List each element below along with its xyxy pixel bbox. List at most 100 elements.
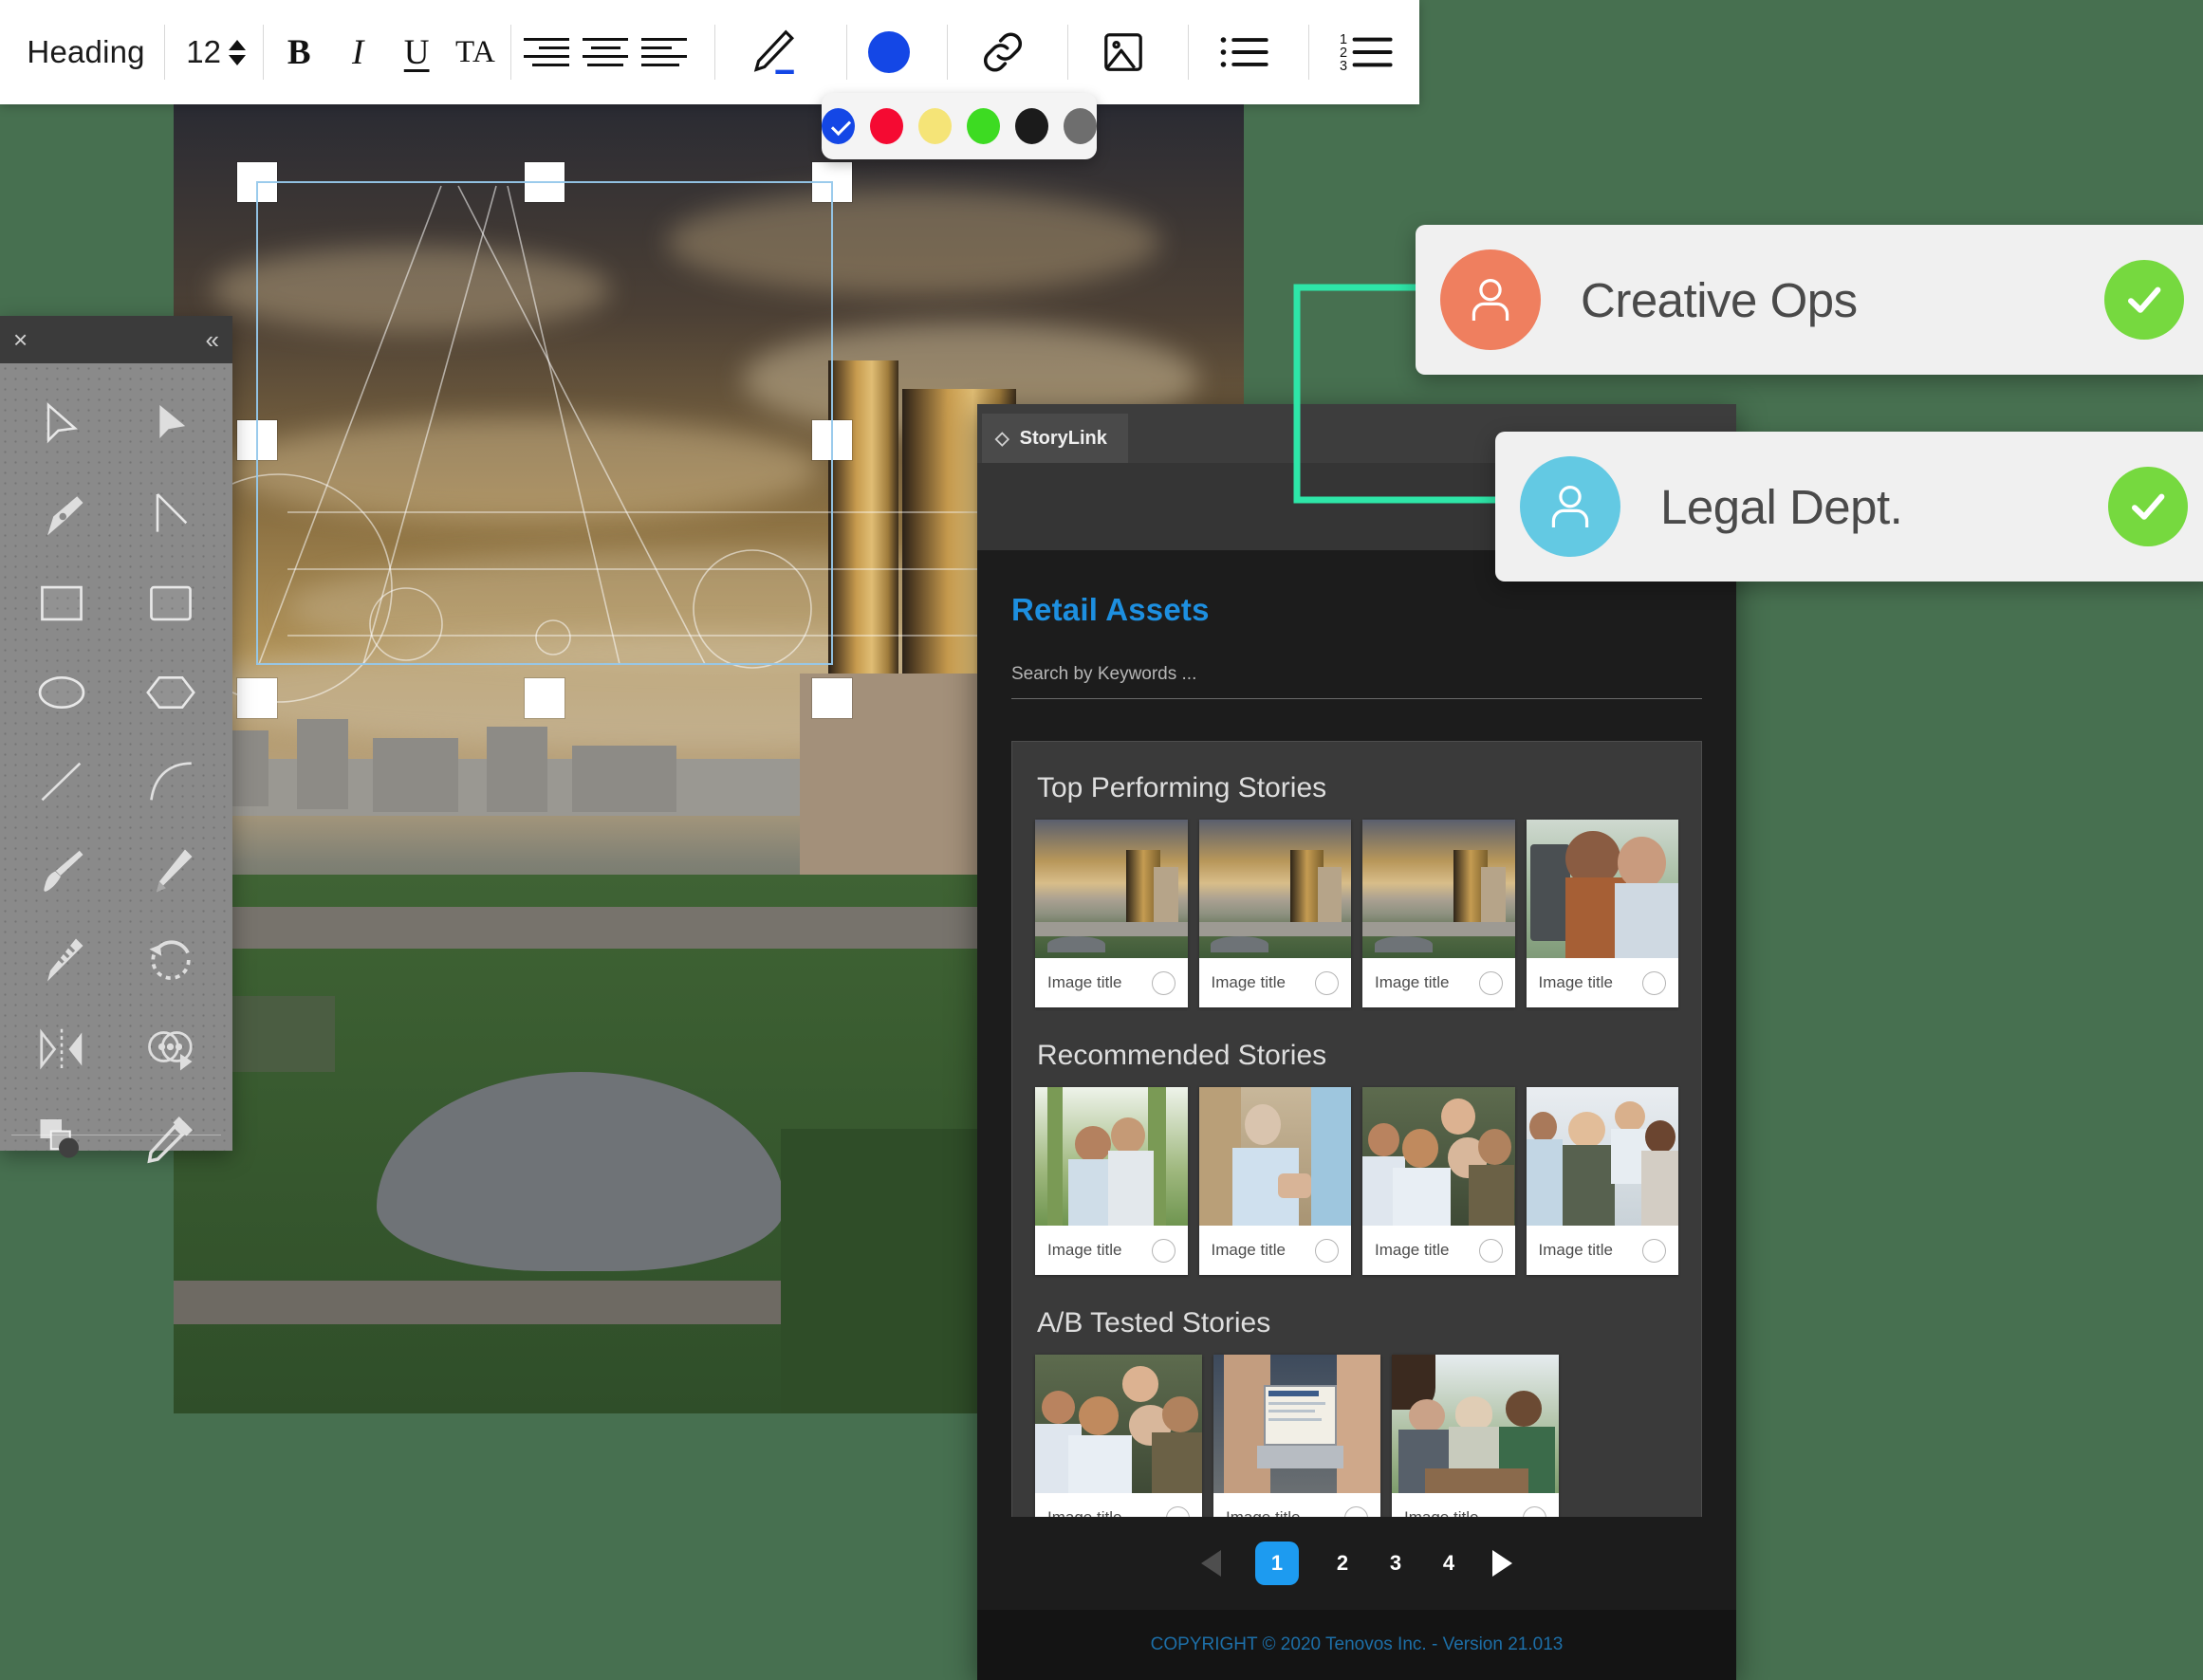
tile-caption: Image title bbox=[1199, 958, 1352, 1007]
pagination-page-2[interactable]: 2 bbox=[1333, 1551, 1352, 1576]
text-case-button[interactable]: TA bbox=[446, 18, 505, 86]
toolbar-divider bbox=[1308, 25, 1309, 80]
tile-select-radio[interactable] bbox=[1523, 1505, 1546, 1517]
pen-nib-tool-icon[interactable] bbox=[8, 477, 117, 551]
text-formatting-toolbar[interactable]: Heading 12 B I U TA 1 2 3 bbox=[0, 0, 1419, 104]
color-swatch-green[interactable] bbox=[967, 108, 1000, 144]
caret-down-icon[interactable] bbox=[229, 54, 247, 65]
toolbar-divider bbox=[263, 25, 265, 80]
font-size-stepper-arrows[interactable] bbox=[229, 39, 247, 65]
rotate-tool-icon[interactable] bbox=[117, 923, 226, 997]
tile-title: Image title bbox=[1047, 1241, 1122, 1259]
story-tile[interactable]: Image title bbox=[1526, 820, 1678, 1007]
search-row[interactable]: Search by Keywords ... bbox=[1011, 664, 1702, 699]
approval-card-legal-dept[interactable]: Legal Dept. bbox=[1495, 432, 2203, 582]
ellipse-tool-icon[interactable] bbox=[8, 655, 117, 729]
tile-select-radio[interactable] bbox=[1315, 1238, 1339, 1263]
pagination-page-4[interactable]: 4 bbox=[1439, 1551, 1458, 1576]
paintbrush-tool-icon[interactable] bbox=[8, 834, 117, 908]
storylink-window[interactable]: ◇ StoryLink Retail Assets Search by Keyw… bbox=[977, 404, 1736, 1680]
toolbar-divider bbox=[846, 25, 848, 80]
cursor-outline-tool-icon[interactable] bbox=[8, 388, 117, 462]
tile-title: Image title bbox=[1211, 1241, 1286, 1259]
search-input[interactable]: Search by Keywords ... bbox=[1011, 664, 1702, 685]
status-badge-approved bbox=[2108, 467, 2188, 546]
approval-card-creative-ops[interactable]: Creative Ops bbox=[1416, 225, 2203, 375]
close-icon[interactable]: × bbox=[13, 327, 28, 352]
color-swatch-black[interactable] bbox=[1015, 108, 1048, 144]
tile-select-radio[interactable] bbox=[1151, 1238, 1176, 1263]
story-tile[interactable]: Image title bbox=[1392, 1355, 1559, 1517]
tile-select-radio[interactable] bbox=[1315, 970, 1339, 995]
sort-chevrons-icon: ◇ bbox=[995, 428, 1009, 449]
story-tile[interactable]: Image title bbox=[1526, 1087, 1678, 1275]
font-size-stepper[interactable]: 12 bbox=[171, 18, 257, 86]
rectangle-tool-icon[interactable] bbox=[8, 566, 117, 640]
text-color-button[interactable] bbox=[853, 18, 924, 86]
shape-builder-tool-icon[interactable] bbox=[117, 1012, 226, 1086]
color-swatch-yellow[interactable] bbox=[918, 108, 952, 144]
tile-title: Image title bbox=[1404, 1508, 1478, 1517]
blend-pencil-tool-icon[interactable] bbox=[8, 923, 117, 997]
cursor-filled-tool-icon[interactable] bbox=[117, 388, 226, 462]
story-tile[interactable]: Image title bbox=[1035, 820, 1188, 1007]
tile-caption: Image title bbox=[1362, 958, 1515, 1007]
color-swatch-icon bbox=[867, 31, 910, 73]
align-right-button[interactable] bbox=[517, 18, 576, 86]
heading-style-select[interactable]: Heading bbox=[0, 18, 158, 86]
avatar-creative-ops bbox=[1440, 249, 1541, 350]
color-swatch-gray[interactable] bbox=[1064, 108, 1097, 144]
tile-select-radio[interactable] bbox=[1478, 1238, 1503, 1263]
color-swatch-blue[interactable] bbox=[822, 108, 855, 144]
align-center-button[interactable] bbox=[576, 18, 635, 86]
bulleted-list-button[interactable] bbox=[1194, 18, 1293, 86]
arc-tool-icon[interactable] bbox=[117, 745, 226, 819]
tile-select-radio[interactable] bbox=[1478, 970, 1503, 995]
story-tile[interactable]: Image title bbox=[1035, 1355, 1202, 1517]
polygon-tool-icon[interactable] bbox=[117, 655, 226, 729]
story-tile[interactable]: Image title bbox=[1362, 1087, 1515, 1275]
status-badge-approved bbox=[2104, 260, 2184, 340]
story-tile[interactable]: Image title bbox=[1035, 1087, 1188, 1275]
tile-select-radio[interactable] bbox=[1166, 1505, 1190, 1517]
story-tile[interactable]: Image title bbox=[1213, 1355, 1380, 1517]
eyedropper-tool-icon[interactable] bbox=[117, 1101, 226, 1175]
thumbnail-city-tower-sunset bbox=[1198, 820, 1351, 958]
collapse-icon[interactable]: « bbox=[206, 327, 219, 352]
tile-select-radio[interactable] bbox=[1151, 970, 1176, 995]
numbered-list-button[interactable]: 1 2 3 bbox=[1315, 18, 1419, 86]
color-swatch-red[interactable] bbox=[870, 108, 903, 144]
italic-button[interactable]: I bbox=[328, 18, 387, 86]
pagination-next-arrow-icon[interactable] bbox=[1492, 1550, 1512, 1577]
pagination-page-3[interactable]: 3 bbox=[1386, 1551, 1405, 1576]
layers-tool-icon[interactable] bbox=[8, 1101, 117, 1175]
story-tile[interactable]: Image title bbox=[1198, 820, 1352, 1007]
pencil-tool-icon[interactable] bbox=[117, 834, 226, 908]
tab-storylink[interactable]: ◇ StoryLink bbox=[982, 414, 1128, 463]
pen-tool-button[interactable] bbox=[721, 18, 825, 86]
tile-row-ab-tested: Image title bbox=[1035, 1355, 1678, 1517]
rounded-rectangle-tool-icon[interactable] bbox=[117, 566, 226, 640]
tile-select-radio[interactable] bbox=[1642, 1238, 1666, 1263]
insert-link-button[interactable] bbox=[953, 18, 1052, 86]
tile-select-radio[interactable] bbox=[1642, 970, 1666, 995]
mirror-tool-icon[interactable] bbox=[8, 1012, 117, 1086]
bold-button[interactable]: B bbox=[269, 18, 328, 86]
tile-title: Image title bbox=[1047, 1508, 1121, 1517]
pagination-prev-arrow-icon[interactable] bbox=[1201, 1550, 1221, 1577]
line-tool-icon[interactable] bbox=[8, 745, 117, 819]
storylink-body: Retail Assets Search by Keywords ... Top… bbox=[977, 550, 1736, 1517]
underline-button[interactable]: U bbox=[387, 18, 446, 86]
toolbar-divider bbox=[1188, 25, 1189, 80]
story-tile[interactable]: Image title bbox=[1198, 1087, 1351, 1275]
align-left-button[interactable] bbox=[635, 18, 694, 86]
insert-image-button[interactable] bbox=[1074, 18, 1173, 86]
path-angle-tool-icon[interactable] bbox=[117, 477, 226, 551]
caret-up-icon[interactable] bbox=[229, 39, 247, 50]
pagination-page-1[interactable]: 1 bbox=[1255, 1542, 1299, 1585]
story-tile[interactable]: Image title bbox=[1362, 820, 1515, 1007]
font-size-value: 12 bbox=[186, 34, 222, 69]
tile-select-radio[interactable] bbox=[1344, 1505, 1368, 1517]
tools-panel[interactable]: × « bbox=[0, 316, 232, 1164]
color-palette-popup[interactable] bbox=[822, 93, 1097, 159]
